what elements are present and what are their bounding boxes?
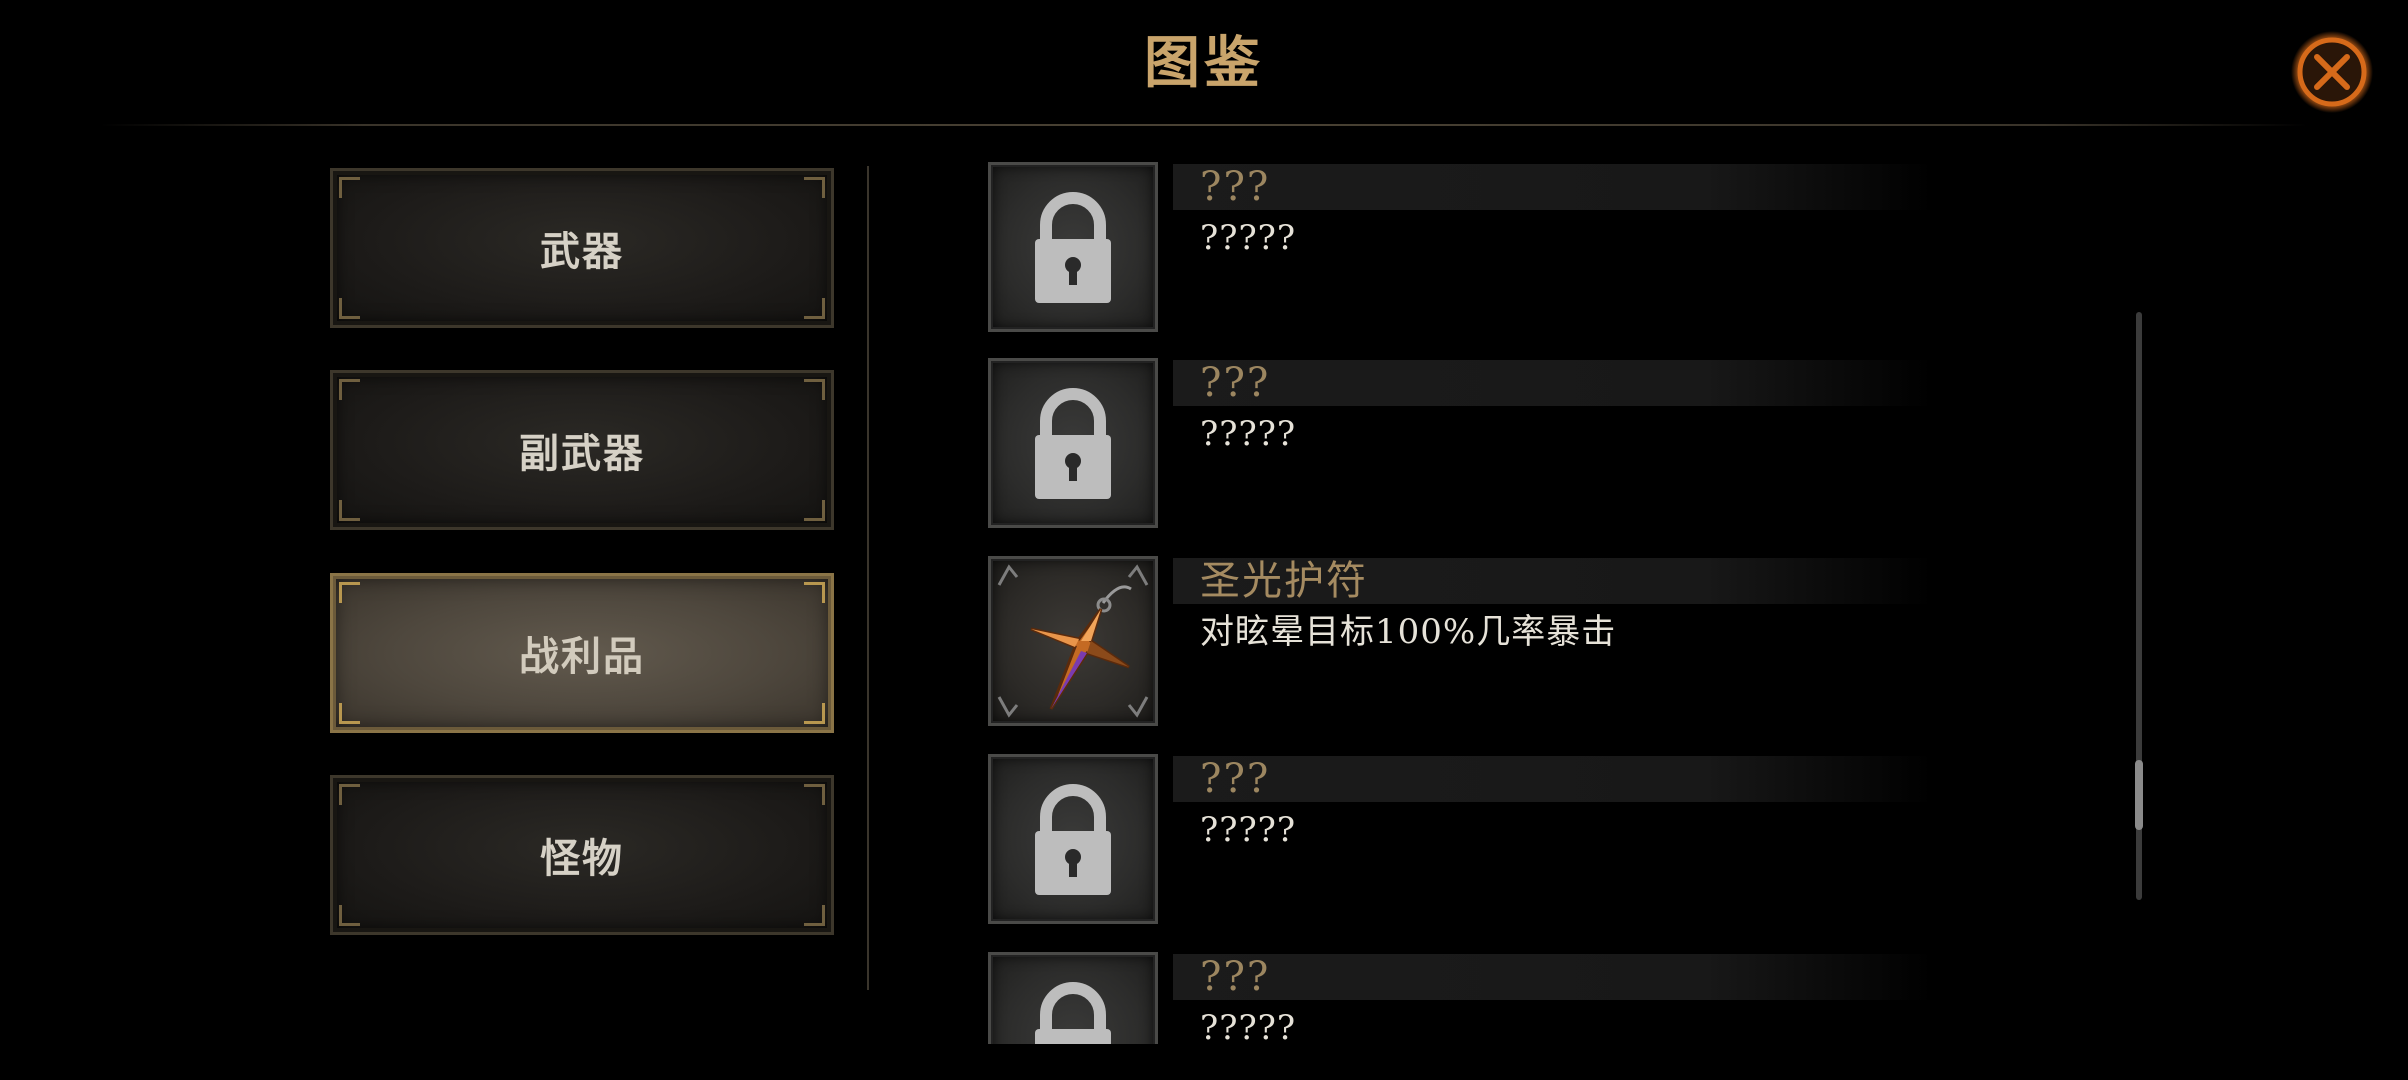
lock-icon [1035, 982, 1111, 1044]
tab-monsters[interactable]: 怪物 [330, 775, 834, 935]
close-button[interactable] [2290, 30, 2374, 114]
item-description: ????? [1200, 218, 1297, 258]
list-item[interactable]: ??? ????? [988, 358, 2128, 528]
item-description: 对眩晕目标100%几率暴击 [1200, 612, 1617, 652]
tab-label: 战利品 [519, 633, 645, 680]
item-name: ??? [1200, 756, 1271, 802]
item-description: ????? [1200, 810, 1297, 850]
header-divider [100, 124, 2308, 126]
item-thumbnail[interactable] [988, 162, 1158, 332]
close-x-icon [2291, 31, 2373, 113]
tab-label: 怪物 [540, 835, 624, 882]
list-item[interactable]: ??? ????? [988, 754, 2128, 924]
lock-icon [1035, 192, 1111, 303]
item-thumbnail[interactable] [988, 358, 1158, 528]
list-item[interactable]: ??? ????? [988, 952, 2128, 1044]
holy-amulet-icon [997, 564, 1149, 718]
tab-loot[interactable]: 战利品 [330, 573, 834, 733]
item-thumbnail[interactable] [988, 556, 1158, 726]
lock-icon [1035, 784, 1111, 895]
codex-list[interactable]: ??? ????? ??? ????? 圣光护符 对眩晕目标100%几率暴击 ?… [980, 160, 2160, 1044]
tab-secondary-weapons[interactable]: 副武器 [330, 370, 834, 530]
tab-label: 副武器 [519, 430, 645, 477]
scrollbar-thumb[interactable] [2135, 760, 2143, 830]
item-name: ??? [1200, 954, 1271, 1000]
item-thumbnail[interactable] [988, 952, 1158, 1044]
list-item[interactable]: 圣光护符 对眩晕目标100%几率暴击 [988, 556, 2128, 726]
item-description: ????? [1200, 414, 1297, 454]
item-name: 圣光护符 [1200, 558, 1368, 604]
item-description: ????? [1200, 1008, 1297, 1044]
tab-label: 武器 [540, 228, 624, 275]
tab-weapons[interactable]: 武器 [330, 168, 834, 328]
item-name: ??? [1200, 360, 1271, 406]
panel-divider [867, 166, 869, 990]
item-name: ??? [1200, 164, 1271, 210]
lock-icon [1035, 388, 1111, 499]
item-thumbnail[interactable] [988, 754, 1158, 924]
list-item[interactable]: ??? ????? [988, 162, 2128, 332]
page-title: 图鉴 [1144, 30, 1264, 96]
